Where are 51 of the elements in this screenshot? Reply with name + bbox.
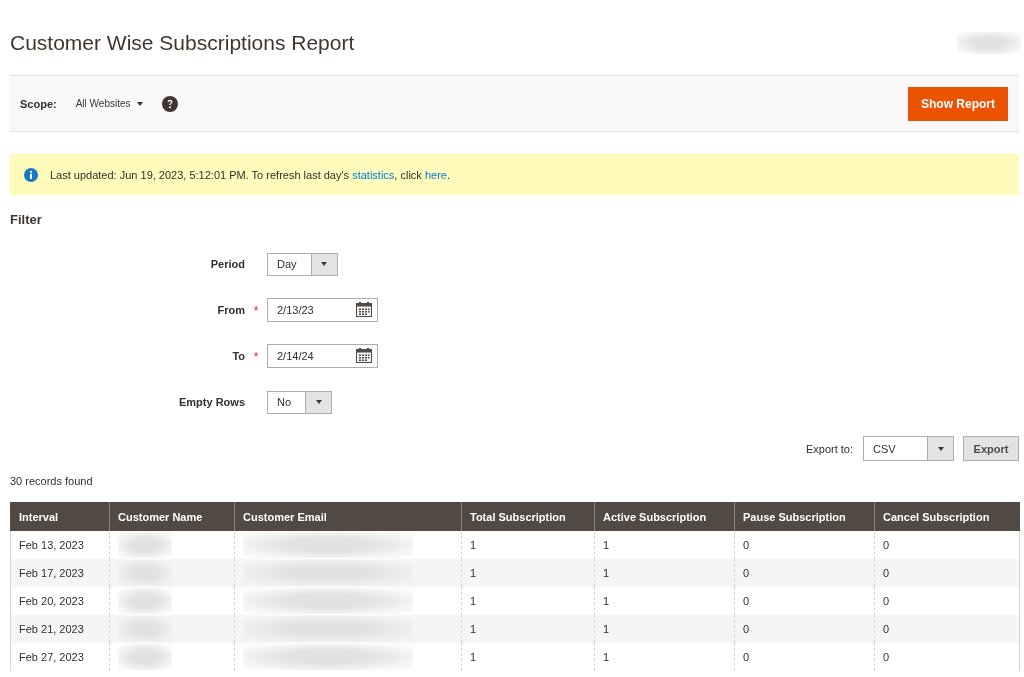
field-label: Period <box>210 258 245 270</box>
filter-heading: Filter <box>10 212 43 228</box>
table-cell: 0 <box>874 643 1020 671</box>
caret-icon <box>937 446 944 451</box>
table-cell: Feb 27, 2023 <box>10 643 110 671</box>
records-count: 30 records found <box>10 474 94 488</box>
export-format-select[interactable]: CSV <box>863 436 954 461</box>
table-cell: 0 <box>874 615 1020 643</box>
table-cell: Feb 21, 2023 <box>10 615 110 643</box>
date-input-field[interactable]: 2/14/24 <box>267 344 378 368</box>
table-cell: 1 <box>461 643 595 671</box>
column-header[interactable]: Interval <box>10 502 110 531</box>
dropdown-select[interactable]: No <box>267 390 333 414</box>
field-label: Empty Rows <box>179 396 245 408</box>
table-cell: 0 <box>734 615 875 643</box>
table-cell: 1 <box>461 615 595 643</box>
scope-label: Scope: <box>20 97 57 110</box>
field-label: From <box>217 304 245 316</box>
dropdown-select[interactable]: Day <box>267 252 338 276</box>
required-mark: * <box>253 350 259 364</box>
page-title: Customer Wise Subscriptions Report <box>10 30 355 56</box>
table-cell: 0 <box>874 559 1020 587</box>
caret-icon <box>315 400 322 404</box>
export-label: Export to: <box>805 442 853 455</box>
column-header[interactable]: Customer Name <box>109 502 235 531</box>
table-cell: 1 <box>461 559 595 587</box>
caret-icon <box>136 101 143 106</box>
required-mark: * <box>253 304 259 318</box>
table-cell: 0 <box>734 559 875 587</box>
field-label: To <box>232 350 245 362</box>
column-header[interactable]: Cancel Subscription <box>874 502 1020 531</box>
scope-select[interactable]: All Websites <box>75 98 143 109</box>
calendar-icon[interactable] <box>356 348 372 363</box>
message-text: Last updated: Jun 19, 2023, 5:12:01 PM. To refresh last day's statistics, click here. <box>50 168 450 181</box>
message-link[interactable]: here <box>424 168 447 181</box>
calendar-icon[interactable] <box>356 302 372 317</box>
date-input-field[interactable]: 2/13/23 <box>267 298 378 322</box>
caret-icon <box>321 262 328 266</box>
table-cell: 1 <box>594 643 735 671</box>
export-button[interactable]: Export <box>963 436 1019 461</box>
column-header[interactable]: Customer Email <box>234 502 462 531</box>
help-icon[interactable] <box>161 95 178 112</box>
table-cell: 1 <box>594 615 735 643</box>
table-cell: 1 <box>594 559 735 587</box>
column-header[interactable]: Active Subscription <box>594 502 735 531</box>
table-cell: 0 <box>734 643 875 671</box>
show-report-button[interactable]: Show Report <box>908 86 1008 121</box>
column-header[interactable]: Total Subscription <box>461 502 595 531</box>
column-header[interactable]: Pause Subscription <box>734 502 875 531</box>
table-cell: Feb 17, 2023 <box>10 559 110 587</box>
info-icon <box>24 167 38 182</box>
